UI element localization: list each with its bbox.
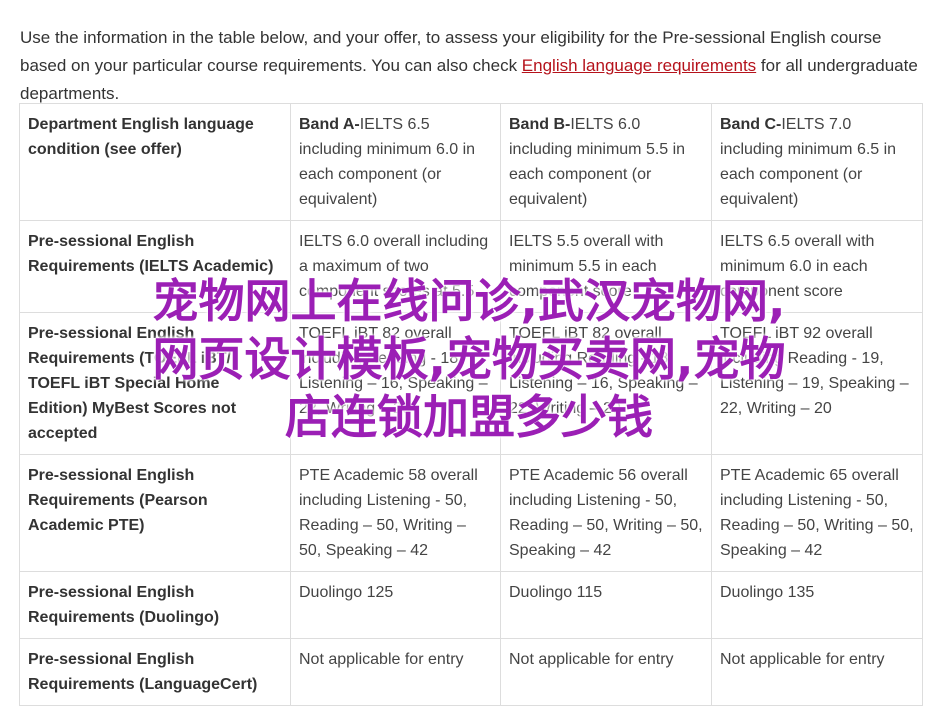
table-cell: IELTS 6.0 overall including a maximum of… [290, 220, 501, 313]
english-language-requirements-link[interactable]: English language requirements [522, 56, 756, 75]
band-label: Band B- [509, 116, 571, 133]
row-label: Pre-sessional English Requirements (Pear… [19, 454, 291, 572]
table-cell: Duolingo 115 [500, 571, 712, 639]
table-cell: Band B-IELTS 6.0 including minimum 5.5 i… [500, 103, 712, 221]
table-cell: PTE Academic 56 overall including Listen… [500, 454, 712, 572]
table-row: Pre-sessional English Requirements (IELT… [19, 220, 923, 313]
intro-paragraph: Use the information in the table below, … [20, 24, 920, 108]
table-cell: TOEFL iBT 92 overall including Reading -… [711, 312, 923, 455]
table-row: Pre-sessional English Requirements (Pear… [19, 454, 923, 572]
table-cell: Duolingo 125 [290, 571, 501, 639]
table-cell: TOEFL iBT 82 overall including Reading -… [290, 312, 501, 455]
table-row: Department English language condition (s… [19, 103, 923, 221]
row-label: Pre-sessional English Requirements (TOEF… [19, 312, 291, 455]
requirements-table: Department English language condition (s… [19, 103, 923, 706]
table-row: Pre-sessional English Requirements (TOEF… [19, 312, 923, 455]
table-cell: Not applicable for entry [711, 638, 923, 706]
table-cell: Band A-IELTS 6.5 including minimum 6.0 i… [290, 103, 501, 221]
table-cell: PTE Academic 58 overall including Listen… [290, 454, 501, 572]
band-label: Band C- [720, 116, 782, 133]
table-row: Pre-sessional English Requirements (Lang… [19, 638, 923, 706]
table-cell: PTE Academic 65 overall including Listen… [711, 454, 923, 572]
table-cell: IELTS 5.5 overall with minimum 5.5 in ea… [500, 220, 712, 313]
table-cell: Duolingo 135 [711, 571, 923, 639]
row-label: Pre-sessional English Requirements (Lang… [19, 638, 291, 706]
table-cell: IELTS 6.5 overall with minimum 6.0 in ea… [711, 220, 923, 313]
table-cell: TOEFL iBT 82 overall including Reading -… [500, 312, 712, 455]
band-label: Band A- [299, 116, 360, 133]
table-cell: Not applicable for entry [500, 638, 712, 706]
table-cell: Band C-IELTS 7.0 including minimum 6.5 i… [711, 103, 923, 221]
row-label: Pre-sessional English Requirements (Duol… [19, 571, 291, 639]
row-label: Department English language condition (s… [19, 103, 291, 221]
row-label: Pre-sessional English Requirements (IELT… [19, 220, 291, 313]
table-row: Pre-sessional English Requirements (Duol… [19, 571, 923, 639]
table-cell: Not applicable for entry [290, 638, 501, 706]
